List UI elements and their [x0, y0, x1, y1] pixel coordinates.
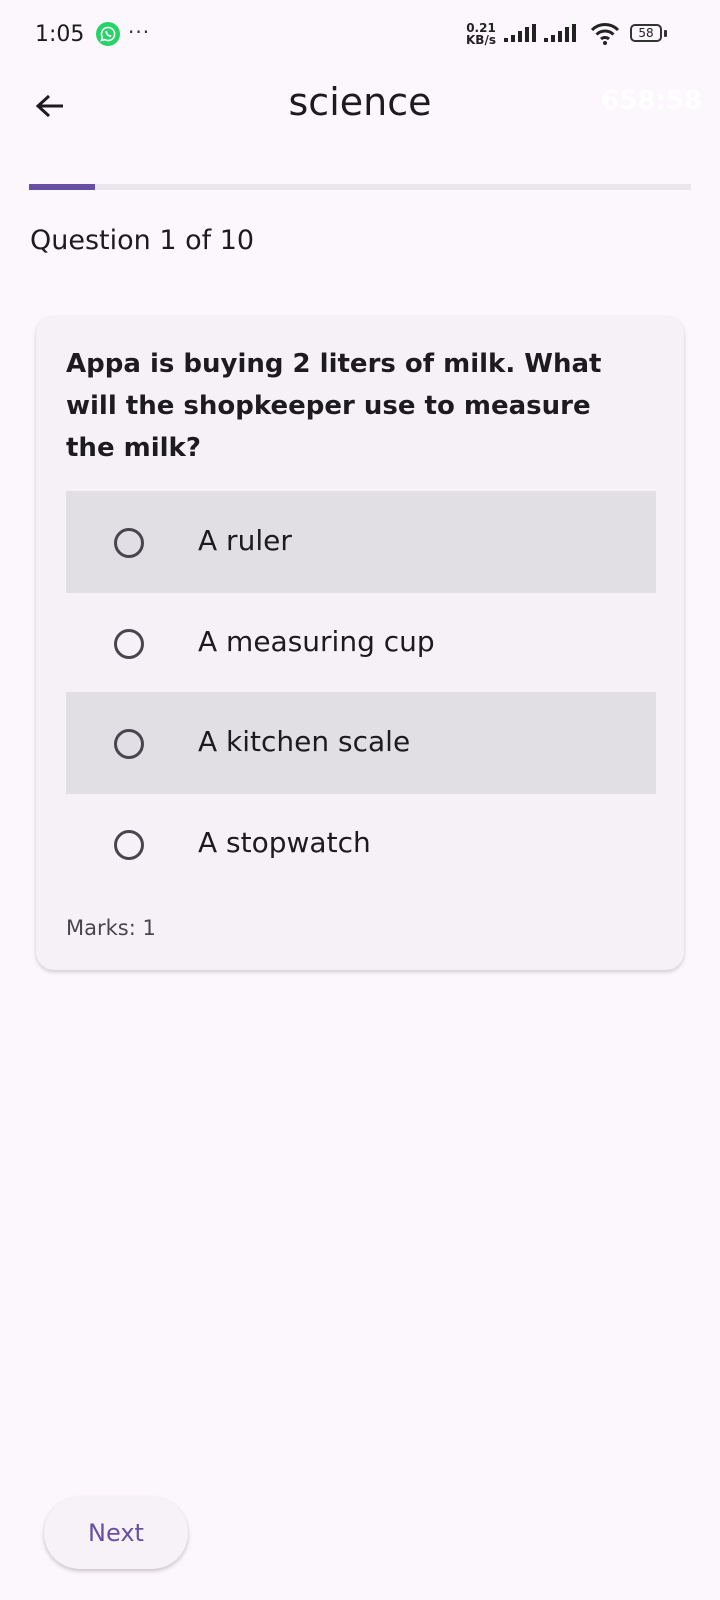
option-label: A kitchen scale	[198, 725, 411, 758]
question-counter: Question 1 of 10	[30, 225, 255, 256]
status-time: 1:05	[35, 22, 85, 47]
wifi-icon	[590, 22, 620, 50]
network-speed: 0.21 KB/s	[466, 22, 496, 46]
app-bar: science 658:58	[0, 70, 720, 140]
option-a-kitchen-scale[interactable]: A kitchen scale	[66, 692, 656, 794]
network-speed-unit: KB/s	[466, 33, 496, 47]
quiz-timer: 658:58	[601, 86, 702, 116]
radio-button[interactable]	[114, 830, 144, 860]
radio-button[interactable]	[114, 729, 144, 759]
option-label: A ruler	[198, 524, 292, 557]
notification-overflow-icon: ···	[128, 20, 151, 44]
option-label: A stopwatch	[198, 826, 371, 859]
option-label: A measuring cup	[198, 625, 435, 658]
option-a-measuring-cup[interactable]: A measuring cup	[66, 592, 656, 694]
quiz-progress-bar	[29, 184, 691, 190]
question-text: Appa is buying 2 liters of milk. What wi…	[66, 349, 602, 463]
option-a-stopwatch[interactable]: A stopwatch	[66, 793, 656, 895]
whatsapp-icon	[96, 22, 120, 46]
battery-icon: 58	[630, 24, 662, 42]
next-button[interactable]: Next	[44, 1497, 188, 1569]
battery-tip	[664, 30, 667, 37]
question-card: Appa is buying 2 liters of milk. What wi…	[36, 316, 684, 970]
radio-button[interactable]	[114, 528, 144, 558]
option-a-ruler[interactable]: A ruler	[66, 491, 656, 593]
quiz-progress-fill	[29, 184, 96, 190]
question-marks: Marks: 1	[66, 916, 156, 940]
signal-icon-2	[544, 24, 578, 48]
signal-icon	[504, 24, 538, 48]
status-bar: 1:05 ··· 0.21 KB/s 58	[0, 0, 720, 70]
radio-button[interactable]	[114, 629, 144, 659]
